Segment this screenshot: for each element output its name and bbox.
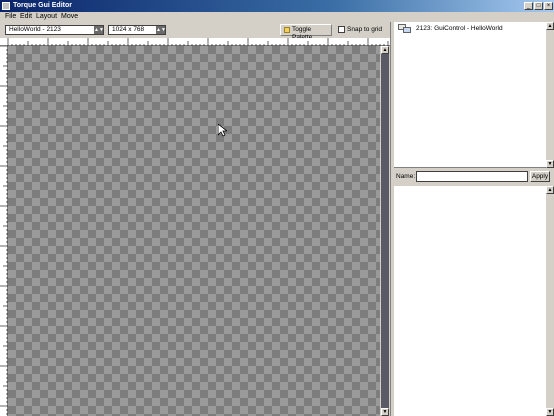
scroll-thumb[interactable] [381,54,389,408]
menu-move[interactable]: Move [61,13,78,21]
resolution-select-value: 1024 x 768 [112,26,145,33]
scroll-down-button[interactable]: ▼ [546,408,554,416]
horizontal-ruler-ticks [7,38,389,46]
tree-scrollbar[interactable]: ▲ ▼ [546,22,554,168]
toggle-palette-button[interactable]: Toggle Palette [280,24,332,41]
snap-to-grid-label[interactable]: Snap to grid [347,26,382,34]
close-button[interactable]: × [544,2,553,10]
menu-layout[interactable]: Layout [36,13,57,21]
resolution-select[interactable]: 1024 x 768 ▲▼ [108,25,166,35]
horizontal-ruler [0,38,392,46]
app-icon [2,2,10,10]
apply-button[interactable]: Apply [530,171,550,182]
control-select[interactable]: HelloWorld - 2123 ▲▼ [5,25,104,35]
dropdown-arrow-icon[interactable]: ▲▼ [156,26,166,34]
snap-to-grid-checkbox[interactable] [338,26,345,33]
menu-bar: File Edit Layout Move [0,12,554,22]
inspector-panel: ▲ ▼ [394,186,554,416]
window-title: Torque Gui Editor [13,2,72,9]
vertical-ruler-ticks [0,46,8,415]
control-select-value: HelloWorld - 2123 [9,26,61,33]
name-input[interactable] [416,171,528,182]
vertical-ruler [0,46,8,416]
scroll-up-button[interactable]: ▲ [546,186,554,194]
toolbar: HelloWorld - 2123 ▲▼ 1024 x 768 ▲▼ Toggl… [0,22,392,41]
minimize-button[interactable]: _ [524,2,533,10]
scroll-down-button[interactable]: ▼ [381,408,389,416]
palette-icon [284,27,290,33]
tree-item-label: 2123: GuiControl - HelloWorld [416,25,503,32]
menu-file[interactable]: File [5,13,16,21]
canvas-scrollbar[interactable]: ▲ ▼ [380,46,390,416]
inspector-scrollbar[interactable]: ▲ ▼ [546,186,554,416]
dropdown-arrow-icon[interactable]: ▲▼ [94,26,104,34]
scroll-up-button[interactable]: ▲ [381,46,389,54]
control-tree-panel: 2123: GuiControl - HelloWorld ▲ ▼ [394,22,554,168]
scroll-down-button[interactable]: ▼ [546,160,554,168]
name-label: Name: [396,173,416,180]
scroll-up-button[interactable]: ▲ [546,22,554,30]
editor-canvas[interactable] [8,46,380,416]
maximize-button[interactable]: □ [534,2,543,10]
title-bar[interactable]: Torque Gui Editor _ □ × [0,0,554,12]
name-row: Name: Apply [394,168,554,186]
menu-edit[interactable]: Edit [20,13,32,21]
mouse-pointer-icon [218,124,227,137]
gui-control-icon [398,24,411,33]
